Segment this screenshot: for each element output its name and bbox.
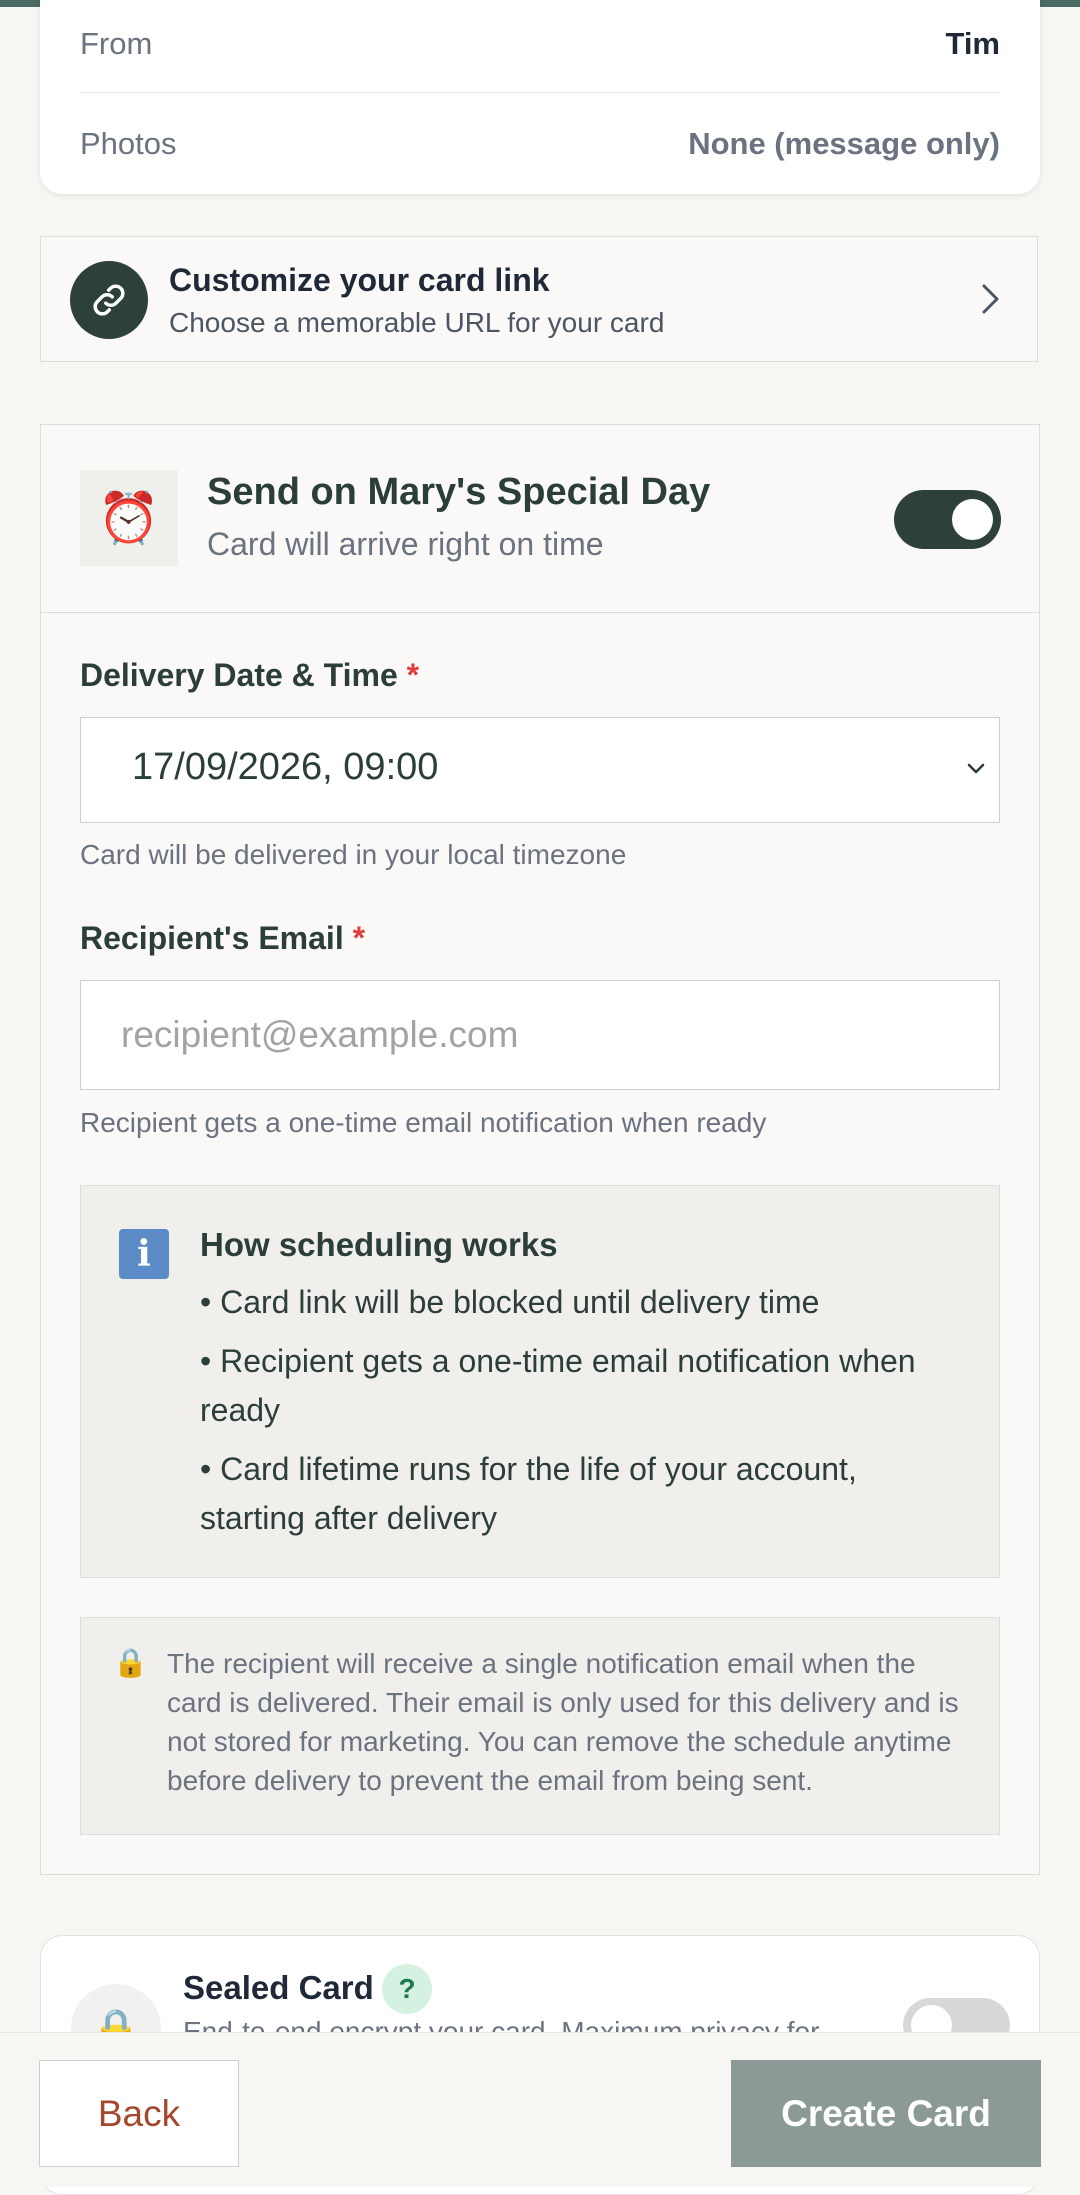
toggle-knob bbox=[952, 499, 993, 540]
summary-row-photos: Photos None (message only) bbox=[80, 96, 1000, 192]
customize-subtitle: Choose a memorable URL for your card bbox=[169, 307, 665, 338]
delivery-date-value: 17/09/2026, 09:00 bbox=[132, 746, 439, 788]
delivery-date-select[interactable]: 17/09/2026, 09:00 bbox=[80, 717, 1000, 823]
help-icon[interactable]: ? bbox=[382, 1964, 432, 2014]
back-button[interactable]: Back bbox=[39, 2060, 239, 2167]
privacy-notice: 🔒 The recipient will receive a single no… bbox=[80, 1617, 1000, 1835]
photos-value: None (message only) bbox=[688, 126, 1000, 161]
info-list: • Card link will be blocked until delive… bbox=[200, 1278, 960, 1553]
recipient-email-input[interactable] bbox=[80, 980, 1000, 1090]
privacy-text: The recipient will receive a single noti… bbox=[167, 1648, 959, 1796]
alarm-clock-icon: ⏰ bbox=[80, 470, 178, 566]
photos-label: Photos bbox=[80, 126, 177, 161]
chevron-right-icon bbox=[979, 280, 1003, 323]
delivery-date-label: Delivery Date & Time * bbox=[80, 657, 419, 694]
info-item: • Recipient gets a one-time email notifi… bbox=[200, 1343, 916, 1428]
recipient-email-label: Recipient's Email * bbox=[80, 920, 365, 957]
required-mark: * bbox=[406, 657, 420, 693]
lock-icon: 🔒 bbox=[113, 1647, 148, 1678]
scheduling-info-box: i How scheduling works • Card link will … bbox=[80, 1185, 1000, 1578]
create-card-button[interactable]: Create Card bbox=[731, 2060, 1041, 2167]
info-title: How scheduling works bbox=[200, 1226, 558, 1263]
recipient-email-hint: Recipient gets a one-time email notifica… bbox=[80, 1107, 767, 1138]
info-item: • Card link will be blocked until delive… bbox=[200, 1284, 820, 1320]
schedule-toggle[interactable] bbox=[894, 490, 1001, 549]
from-value: Tim bbox=[945, 26, 1000, 61]
card-summary: From Tim Photos None (message only) bbox=[40, 0, 1040, 194]
from-label: From bbox=[80, 26, 153, 61]
customize-link-button[interactable]: Customize your card link Choose a memora… bbox=[40, 236, 1038, 362]
info-item: • Card lifetime runs for the life of you… bbox=[200, 1451, 857, 1536]
recipient-email-label-text: Recipient's Email bbox=[80, 920, 344, 956]
schedule-section: ⏰ Send on Mary's Special Day Card will a… bbox=[40, 424, 1040, 1875]
bottom-action-bar: Back Create Card bbox=[0, 2032, 1080, 2187]
summary-row-from: From Tim bbox=[80, 0, 1000, 93]
sealed-card-title: Sealed Card bbox=[183, 1969, 374, 2006]
info-icon: i bbox=[119, 1229, 169, 1279]
delivery-date-label-text: Delivery Date & Time bbox=[80, 657, 398, 693]
chevron-down-icon bbox=[963, 756, 989, 787]
link-icon bbox=[70, 261, 148, 339]
schedule-title: Send on Mary's Special Day bbox=[207, 471, 711, 513]
required-mark: * bbox=[352, 920, 366, 956]
customize-title: Customize your card link bbox=[169, 262, 550, 298]
schedule-header: ⏰ Send on Mary's Special Day Card will a… bbox=[41, 425, 1039, 613]
delivery-date-hint: Card will be delivered in your local tim… bbox=[80, 839, 627, 870]
schedule-subtitle: Card will arrive right on time bbox=[207, 526, 604, 562]
